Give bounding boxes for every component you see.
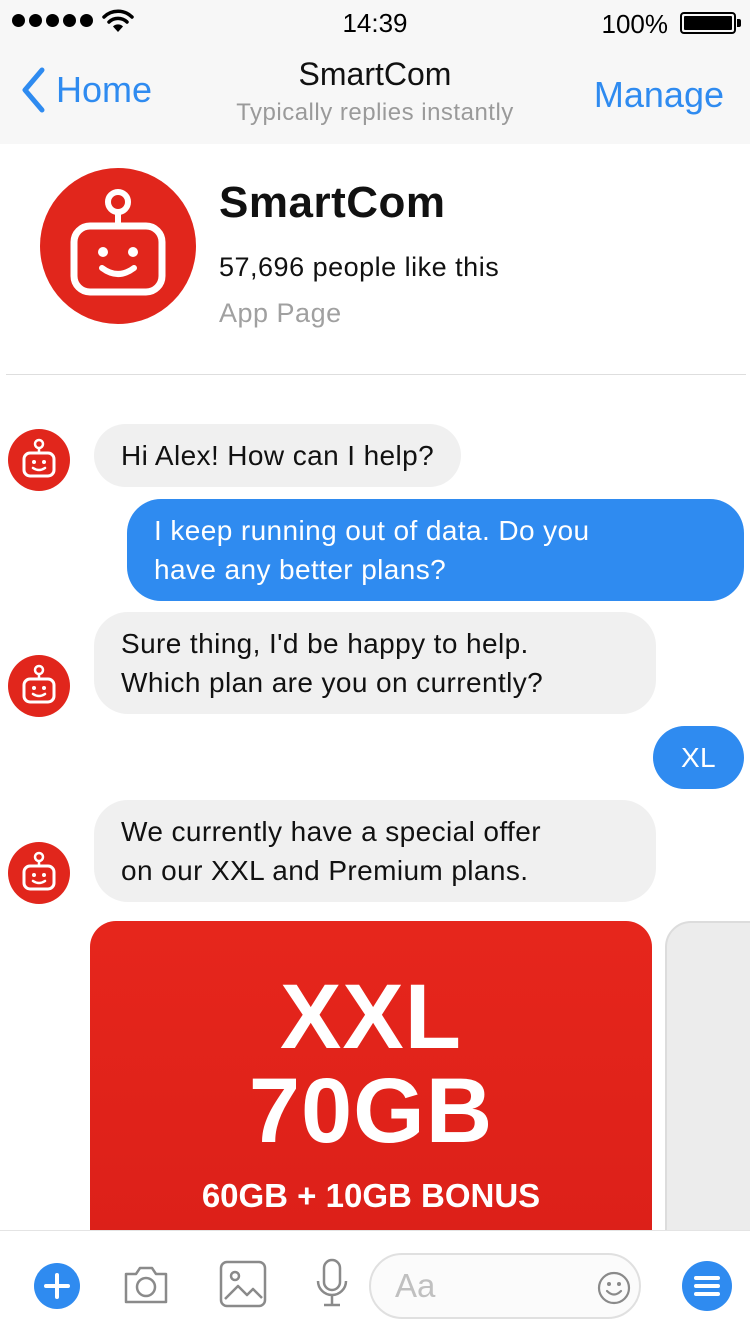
status-bar: 14:39 100% bbox=[0, 0, 750, 44]
page-name[interactable]: SmartCom bbox=[219, 178, 446, 228]
message-text-line: I keep running out of data. Do you bbox=[154, 515, 590, 546]
message-text-line: have any better plans? bbox=[154, 554, 447, 585]
page-likes-count: 57,696 people like this bbox=[219, 252, 500, 282]
message-text: Hi Alex! How can I help? bbox=[121, 440, 435, 471]
plan-data-amount: 70GB bbox=[248, 1060, 494, 1162]
message-text-line: Sure thing, I'd be happy to help. bbox=[121, 628, 529, 659]
bot-avatar[interactable] bbox=[8, 655, 70, 717]
camera-icon[interactable] bbox=[122, 1264, 170, 1306]
robot-icon bbox=[22, 664, 56, 704]
page-avatar[interactable] bbox=[40, 168, 196, 324]
navigation-bar: Home SmartCom Typically replies instantl… bbox=[0, 44, 750, 144]
message-text-line: Which plan are you on currently? bbox=[121, 667, 544, 698]
battery-icon bbox=[680, 12, 741, 34]
page-category: App Page bbox=[219, 298, 342, 328]
battery-percentage: 100% bbox=[601, 9, 669, 39]
bot-message-bubble[interactable]: Hi Alex! How can I help? bbox=[94, 424, 462, 487]
plan-card-next[interactable] bbox=[665, 921, 750, 1241]
robot-icon bbox=[22, 851, 56, 891]
page-info-header: SmartCom 57,696 people like this App Pag… bbox=[0, 144, 750, 376]
plan-bonus: 60GB + 10GB BONUS bbox=[201, 1177, 541, 1214]
message-input[interactable]: Aa bbox=[369, 1253, 641, 1319]
bot-message-bubble[interactable]: We currently have a special offer on our… bbox=[94, 800, 656, 902]
message-input-placeholder: Aa bbox=[395, 1267, 436, 1304]
robot-icon bbox=[22, 438, 56, 478]
menu-icon[interactable] bbox=[682, 1261, 732, 1311]
bot-avatar[interactable] bbox=[8, 842, 70, 904]
message-text-line: on our XXL and Premium plans. bbox=[121, 855, 529, 886]
plus-icon[interactable] bbox=[34, 1263, 80, 1309]
header-divider bbox=[6, 374, 746, 375]
plan-card-xxl[interactable]: XXL 70GB 60GB + 10GB BONUS bbox=[90, 921, 652, 1241]
user-message-bubble[interactable]: I keep running out of data. Do you have … bbox=[127, 499, 744, 601]
emoji-icon[interactable] bbox=[597, 1271, 631, 1305]
message-text-line: We currently have a special offer bbox=[121, 816, 541, 847]
manage-button[interactable]: Manage bbox=[594, 74, 724, 116]
bot-message-bubble[interactable]: Sure thing, I'd be happy to help. Which … bbox=[94, 612, 656, 714]
message-composer: Aa bbox=[0, 1230, 750, 1334]
message-text: XL bbox=[680, 742, 717, 773]
microphone-icon[interactable] bbox=[314, 1257, 350, 1311]
bot-avatar[interactable] bbox=[8, 429, 70, 491]
plan-name: XXL bbox=[280, 966, 462, 1068]
image-icon[interactable] bbox=[218, 1259, 268, 1309]
user-message-bubble[interactable]: XL bbox=[653, 726, 744, 789]
robot-icon bbox=[70, 189, 166, 296]
